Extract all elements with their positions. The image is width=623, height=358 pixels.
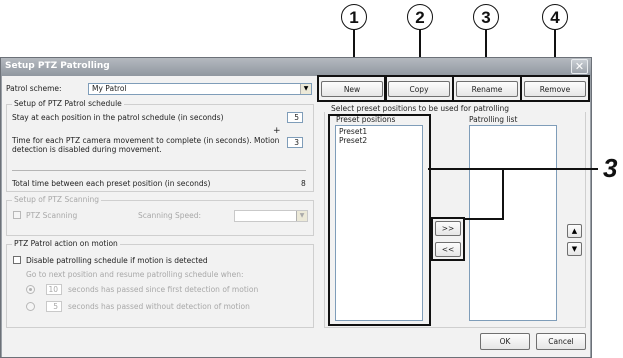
arrow-down-icon: ▼ [571, 245, 578, 253]
move-label-1: Time for each PTZ camera movement to com… [12, 136, 280, 145]
side-callout-line-vertical [502, 168, 504, 219]
no-detection-seconds-input[interactable]: 5 [46, 301, 62, 312]
patrolling-list[interactable] [469, 125, 557, 321]
close-icon: ✕ [574, 60, 585, 73]
resume-label: Go to next position and resume patrollin… [26, 270, 244, 279]
first-detection-seconds-input[interactable]: 10 [46, 284, 62, 295]
side-callout-line-bottom [463, 218, 504, 220]
move-label-2: detection is disabled during movement. [12, 145, 162, 154]
total-divider [12, 170, 306, 171]
callout-1: 1 [341, 4, 367, 30]
side-callout-line-top [428, 168, 598, 170]
callout-3: 3 [473, 4, 499, 30]
arrow-up-icon: ▲ [571, 227, 578, 235]
callout-4-highlight [520, 75, 590, 102]
move-up-button[interactable]: ▲ [567, 224, 582, 238]
total-label: Total time between each preset position … [12, 179, 211, 188]
callout-3-highlight [452, 75, 522, 102]
no-detection-radio[interactable] [26, 302, 35, 311]
chevron-down-icon: ▼ [296, 211, 307, 221]
move-buttons-highlight [431, 217, 465, 261]
patrol-scheme-value: My Patrol [92, 84, 127, 93]
scanning-group-title: Setup of PTZ Scanning [12, 195, 102, 204]
plus-sign: + [273, 126, 281, 136]
patrol-scheme-select[interactable]: My Patrol ▼ [88, 83, 312, 95]
close-button[interactable]: ✕ [571, 59, 588, 74]
callout-2: 2 [407, 4, 433, 30]
ptz-scanning-label: PTZ Scanning [26, 211, 78, 220]
cancel-button[interactable]: Cancel [536, 333, 586, 350]
scanning-speed-select[interactable]: ▼ [234, 210, 308, 222]
disable-patrolling-checkbox[interactable] [13, 256, 21, 264]
move-seconds-input[interactable]: 3 [287, 137, 303, 148]
callout-4: 4 [542, 4, 568, 30]
callout-2-highlight [384, 75, 454, 102]
chevron-down-icon: ▼ [300, 84, 311, 94]
ok-button[interactable]: OK [480, 333, 530, 350]
no-detection-label: seconds has passed without detection of … [68, 302, 250, 311]
side-callout-3: 3 [603, 153, 618, 183]
presets-list-highlight [328, 114, 431, 326]
schedule-group-title: Setup of PTZ Patrol schedule [12, 99, 124, 108]
scanning-speed-label: Scanning Speed: [138, 211, 202, 220]
patrol-scheme-label: Patrol scheme: [6, 84, 62, 93]
total-value: 8 [301, 179, 306, 188]
title-bar: Setup PTZ Patrolling ✕ [1, 58, 591, 76]
patrolling-list-label: Patrolling list [469, 115, 518, 124]
callout-1-highlight [317, 75, 387, 102]
ptz-scanning-checkbox[interactable] [13, 211, 21, 219]
motion-group-title: PTZ Patrol action on motion [12, 239, 120, 248]
move-down-button[interactable]: ▼ [567, 242, 582, 256]
stay-label: Stay at each position in the patrol sche… [12, 113, 224, 122]
disable-patrolling-label: Disable patrolling schedule if motion is… [26, 256, 208, 265]
stay-seconds-input[interactable]: 5 [287, 112, 303, 123]
first-detection-radio[interactable] [26, 285, 35, 294]
first-detection-label: seconds has passed since first detection… [68, 285, 259, 294]
window-title: Setup PTZ Patrolling [5, 61, 110, 71]
